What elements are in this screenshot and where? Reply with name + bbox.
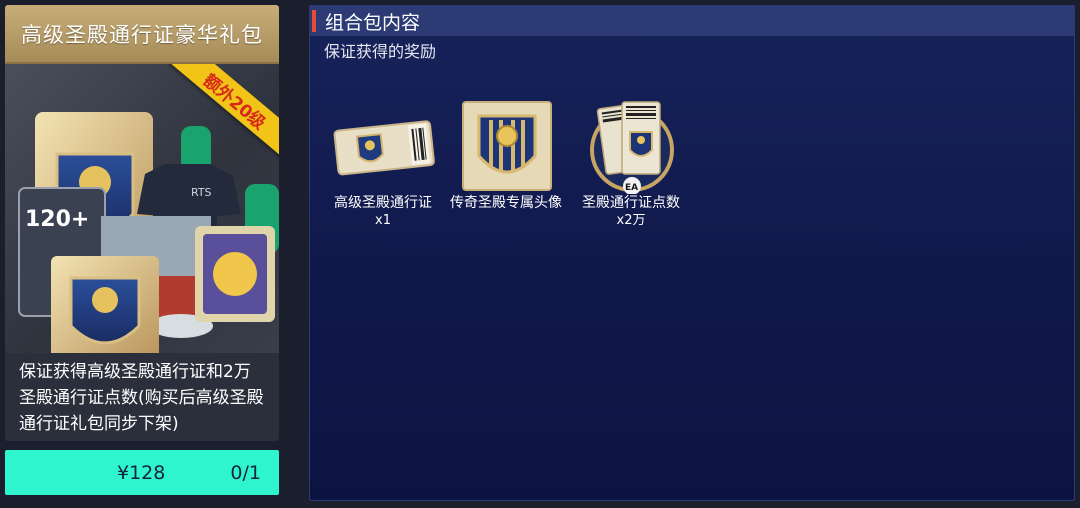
reward-quantity: x1 — [375, 213, 391, 228]
purchase-limit-counter: 0/1 — [230, 461, 261, 484]
pack-art-badge: 120+ — [25, 207, 89, 232]
reward-name: 传奇圣殿专属头像 — [450, 195, 562, 211]
guaranteed-rewards-subtitle: 保证获得的奖励 — [324, 42, 437, 61]
pack-description: 保证获得高级圣殿通行证和2万圣殿通行证点数(购买后高级圣殿通行证礼包同步下架) — [5, 353, 279, 441]
reward-name: 圣殿通行证点数 — [582, 195, 680, 211]
bundle-contents-panel: 组合包内容 保证获得的奖励 高级圣殿通行证 x1 传奇圣殿专属头像 EA 圣殿通… — [309, 5, 1075, 501]
pack-title: 高级圣殿通行证豪华礼包 — [5, 5, 279, 64]
svg-text:EA: EA — [625, 183, 638, 193]
reward-item-pass[interactable]: 高级圣殿通行证 x1 — [324, 98, 442, 229]
shield-avatar-icon — [447, 98, 565, 194]
reward-item-points[interactable]: EA 圣殿通行证点数 x2万 — [572, 98, 690, 229]
panel-title: 组合包内容 — [325, 11, 421, 34]
pass-ticket-icon — [324, 98, 442, 194]
svg-text:RTS: RTS — [191, 186, 212, 199]
header-accent-bar — [312, 10, 316, 32]
panel-header: 组合包内容 — [310, 6, 1074, 36]
reward-item-avatar[interactable]: 传奇圣殿专属头像 — [447, 98, 565, 212]
price-label: ¥128 — [117, 461, 166, 484]
pack-artwork: RTS 120+ 额外20级 — [5, 64, 279, 353]
pass-points-icon: EA — [572, 98, 690, 195]
reward-quantity: x2万 — [616, 213, 646, 228]
buy-button[interactable]: ¥128 0/1 — [5, 450, 279, 495]
pack-card[interactable]: 高级圣殿通行证豪华礼包 RTS 120+ 额外20级 保证获得高级圣殿通行证和2… — [5, 5, 279, 441]
reward-name: 高级圣殿通行证 — [334, 195, 432, 211]
